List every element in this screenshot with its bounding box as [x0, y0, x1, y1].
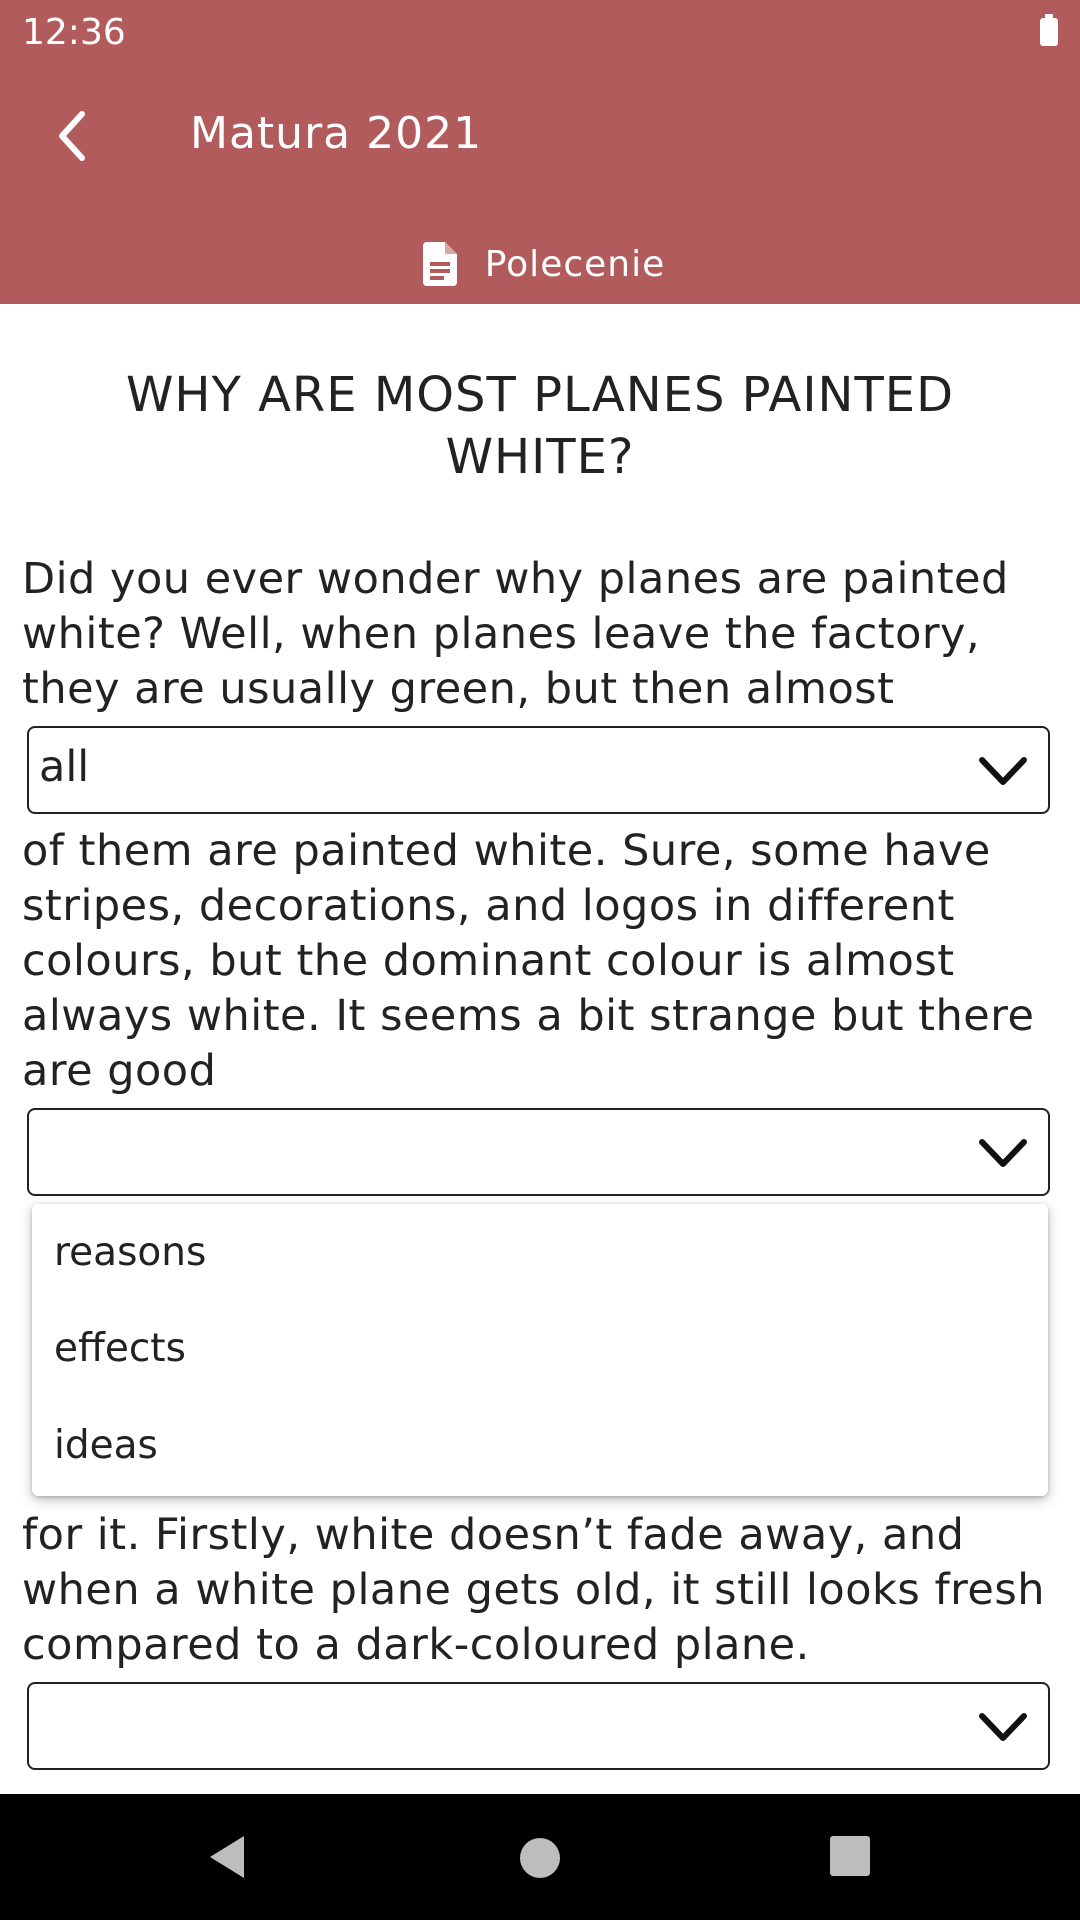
- paragraph: Did you ever wonder why planes are paint…: [22, 554, 1009, 714]
- page-title: Matura 2021: [190, 108, 483, 159]
- tab-label: Polecenie: [484, 243, 666, 285]
- answer-select-2[interactable]: [27, 1108, 1050, 1196]
- answer-select-1[interactable]: all: [27, 726, 1050, 814]
- dropdown-option[interactable]: effects: [54, 1326, 186, 1371]
- status-bar: 12:36: [0, 0, 1080, 64]
- chevron-left-icon: [59, 111, 85, 161]
- article-title: WHY ARE MOST PLANES PAINTED WHITE?: [125, 367, 955, 485]
- battery-icon: [1040, 14, 1058, 46]
- chevron-down-icon: [979, 1139, 1027, 1167]
- answer-select-3[interactable]: [27, 1682, 1050, 1770]
- tab-polecenie[interactable]: Polecenie: [0, 224, 1080, 304]
- document-icon: [422, 242, 457, 286]
- paragraph: for it. Firstly, white doesn’t fade away…: [22, 1510, 1045, 1670]
- back-button[interactable]: [36, 100, 108, 172]
- nav-recents-icon[interactable]: [830, 1836, 870, 1876]
- select-value: all: [39, 742, 90, 792]
- paragraph: of them are painted white. Sure, some ha…: [22, 826, 1035, 1096]
- chevron-down-icon: [979, 1713, 1027, 1741]
- status-time: 12:36: [22, 12, 126, 53]
- article-content[interactable]: WHY ARE MOST PLANES PAINTED WHITE? Did y…: [0, 304, 1080, 1794]
- chevron-down-icon: [979, 757, 1027, 785]
- app-bar: Matura 2021 Polecenie: [0, 64, 1080, 304]
- dropdown-option[interactable]: ideas: [54, 1423, 158, 1468]
- nav-home-icon[interactable]: [520, 1838, 560, 1878]
- nav-back-icon[interactable]: [204, 1832, 254, 1882]
- dropdown-option[interactable]: reasons: [54, 1230, 206, 1275]
- system-nav-bar: [0, 1794, 1080, 1920]
- dropdown-menu: reasons effects ideas: [32, 1204, 1048, 1496]
